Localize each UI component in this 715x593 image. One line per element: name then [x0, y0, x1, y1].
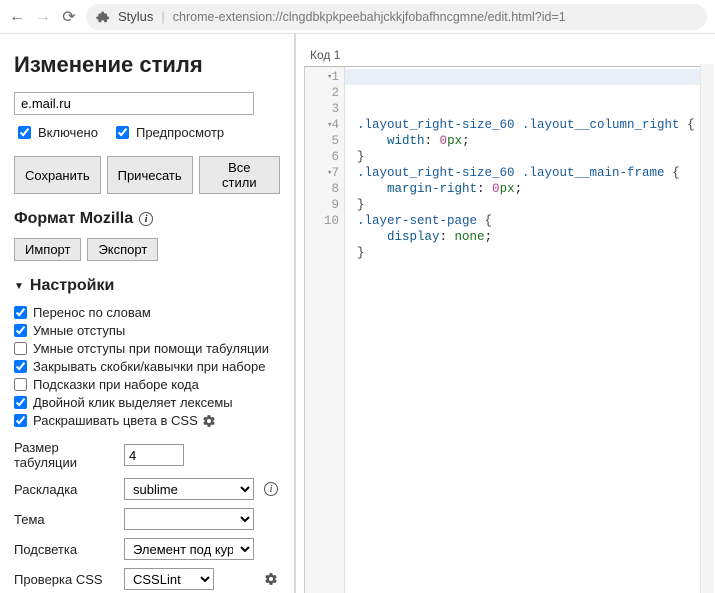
- code-editor[interactable]: 1▾234▾567▾8910 .layout_right-size_60 .la…: [304, 66, 713, 593]
- option-row[interactable]: Перенос по словам: [14, 305, 280, 320]
- code-section-label: Код 1: [296, 34, 715, 66]
- option-checkbox[interactable]: [14, 360, 27, 373]
- info-icon[interactable]: i: [264, 482, 278, 496]
- settings-header[interactable]: ▼ Настройки: [14, 277, 280, 295]
- forward-icon: →: [34, 8, 52, 26]
- keymap-select[interactable]: sublime: [124, 478, 254, 500]
- tab-size-input[interactable]: [124, 444, 184, 466]
- option-label: Двойной клик выделяет лексемы: [33, 395, 233, 410]
- all-styles-button[interactable]: Все стили: [199, 156, 280, 194]
- highlight-label: Подсветка: [14, 542, 124, 557]
- gear-icon[interactable]: [264, 572, 278, 586]
- option-label: Раскрашивать цвета в CSS: [33, 413, 198, 428]
- option-row[interactable]: Закрывать скобки/кавычки при наборе: [14, 359, 280, 374]
- editor-panel: Код 1 1▾234▾567▾8910 .layout_right-size_…: [296, 34, 715, 593]
- option-checkbox[interactable]: [14, 378, 27, 391]
- csslint-select[interactable]: CSSLint: [124, 568, 214, 590]
- option-label: Перенос по словам: [33, 305, 151, 320]
- active-line-highlight: [345, 69, 713, 85]
- option-checkbox[interactable]: [14, 342, 27, 355]
- url-text: chrome-extension://clngdbkpkpeebahjckkjf…: [173, 10, 566, 24]
- back-icon[interactable]: ←: [8, 8, 26, 26]
- option-label: Подсказки при наборе кода: [33, 377, 199, 392]
- vertical-scrollbar[interactable]: [700, 64, 714, 593]
- preview-checkbox[interactable]: Предпросмотр: [112, 123, 224, 142]
- csslint-label: Проверка CSS: [14, 572, 124, 587]
- address-bar[interactable]: Stylus | chrome-extension://clngdbkpkpee…: [86, 4, 707, 30]
- option-row[interactable]: Умные отступы: [14, 323, 280, 338]
- reload-icon[interactable]: ⟳: [60, 7, 78, 27]
- save-button[interactable]: Сохранить: [14, 156, 101, 194]
- option-row[interactable]: Умные отступы при помощи табуляции: [14, 341, 280, 356]
- option-row[interactable]: Двойной клик выделяет лексемы: [14, 395, 280, 410]
- export-button[interactable]: Экспорт: [87, 238, 158, 261]
- separator: |: [161, 9, 164, 24]
- extension-icon: [96, 10, 110, 24]
- collapse-icon: ▼: [14, 281, 24, 292]
- tab-size-label: Размер табуляции: [14, 440, 124, 470]
- option-row[interactable]: Раскрашивать цвета в CSS: [14, 413, 280, 428]
- keymap-label: Раскладка: [14, 482, 124, 497]
- options-list: Перенос по словам Умные отступы Умные отст…: [14, 305, 280, 428]
- format-header: Формат Mozilla i: [14, 210, 280, 228]
- page-title: Изменение стиля: [14, 52, 280, 78]
- code-area[interactable]: .layout_right-size_60 .layout__column_ri…: [345, 67, 713, 593]
- enabled-checkbox[interactable]: Включено: [14, 123, 98, 142]
- sidebar: Изменение стиля Включено Предпросмотр Со…: [0, 34, 296, 593]
- option-label: Закрывать скобки/кавычки при наборе: [33, 359, 265, 374]
- info-icon[interactable]: i: [139, 212, 153, 226]
- browser-toolbar: ← → ⟳ Stylus | chrome-extension://clngdb…: [0, 0, 715, 34]
- option-label: Умные отступы: [33, 323, 125, 338]
- theme-label: Тема: [14, 512, 124, 527]
- style-name-input[interactable]: [14, 92, 254, 115]
- option-label: Умные отступы при помощи табуляции: [33, 341, 269, 356]
- option-checkbox[interactable]: [14, 306, 27, 319]
- option-checkbox[interactable]: [14, 414, 27, 427]
- option-checkbox[interactable]: [14, 324, 27, 337]
- gear-icon[interactable]: [202, 414, 216, 428]
- extension-name: Stylus: [118, 9, 153, 24]
- line-gutter: 1▾234▾567▾8910: [305, 67, 345, 593]
- beautify-button[interactable]: Причесать: [107, 156, 193, 194]
- option-row[interactable]: Подсказки при наборе кода: [14, 377, 280, 392]
- theme-select[interactable]: [124, 508, 254, 530]
- highlight-select[interactable]: Элемент под курсором: [124, 538, 254, 560]
- option-checkbox[interactable]: [14, 396, 27, 409]
- import-button[interactable]: Импорт: [14, 238, 81, 261]
